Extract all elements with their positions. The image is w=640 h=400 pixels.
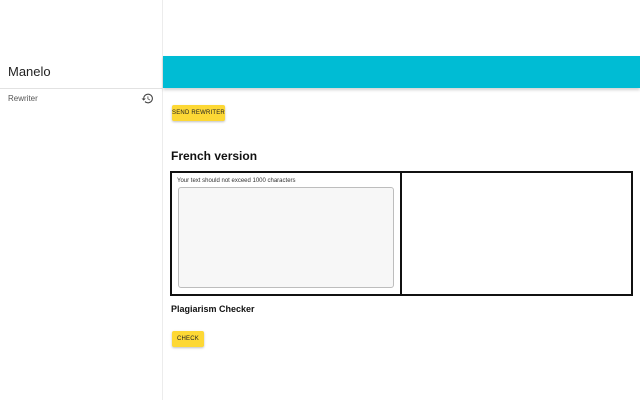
history-icon[interactable] <box>141 92 154 105</box>
app-window: Manelo Rewriter SEND REWRITER French ver… <box>0 0 640 400</box>
output-panel <box>400 171 633 296</box>
brand-title: Manelo <box>8 64 51 79</box>
check-button[interactable]: CHECK <box>172 331 204 347</box>
input-panel: Your text should not exceed 1000 charact… <box>170 171 402 296</box>
source-text-input[interactable] <box>178 187 394 288</box>
plagiarism-title: Plagiarism Checker <box>171 304 255 314</box>
input-hint: Your text should not exceed 1000 charact… <box>177 178 296 184</box>
sidebar-item-rewriter[interactable]: Rewriter <box>0 89 163 109</box>
section-title: French version <box>171 149 258 163</box>
sidebar: Manelo Rewriter <box>0 0 163 400</box>
send-rewriter-button[interactable]: SEND REWRITER <box>172 105 225 121</box>
app-top-bar <box>163 56 640 88</box>
sidebar-item-label: Rewriter <box>8 94 38 103</box>
